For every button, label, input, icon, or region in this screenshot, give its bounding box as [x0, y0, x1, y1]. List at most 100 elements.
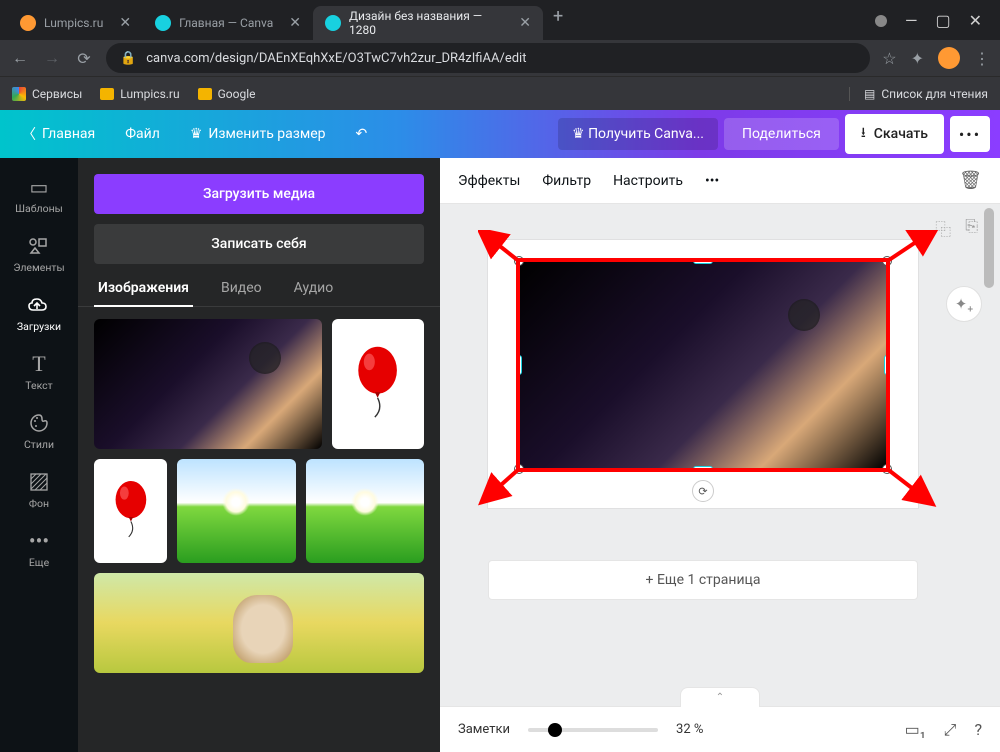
upload-thumb-balloon[interactable] [332, 319, 424, 449]
resize-button[interactable]: ♛Изменить размер [178, 118, 338, 150]
upload-thumb-grass-1[interactable] [177, 459, 295, 563]
address-bar: ← → ⟳ 🔒 canva.com/design/DAEnXEqhXxE/O3T… [0, 40, 1000, 76]
tab-audio[interactable]: Аудио [290, 280, 338, 306]
templates-icon: ▭ [30, 176, 49, 198]
more-icon: ••• [29, 530, 49, 552]
adjust-button[interactable]: Настроить [613, 173, 683, 189]
rail-styles[interactable]: Стили [0, 402, 78, 461]
browser-tab-2[interactable]: Дизайн без названия — 1280 ✕ [313, 6, 543, 40]
upload-thumb-balloon-2[interactable] [94, 459, 167, 563]
favicon [155, 15, 171, 31]
upload-media-button[interactable]: Загрузить медиа [94, 174, 424, 214]
notes-button[interactable]: Заметки [458, 722, 510, 737]
browser-tabs: Lumpics.ru ✕ Главная — Canva ✕ Дизайн бе… [0, 6, 857, 40]
reload-icon[interactable]: ⟳ [74, 49, 94, 68]
back-icon[interactable]: ← [10, 48, 30, 68]
toolbar-more-icon[interactable]: ••• [705, 173, 719, 189]
resize-handle-ne[interactable] [882, 256, 892, 266]
add-page-icon[interactable]: ⎘ [965, 216, 978, 240]
resize-handle-nw[interactable] [514, 256, 524, 266]
fullscreen-icon[interactable]: ⤢ [944, 720, 957, 740]
bookmark-apps[interactable]: Сервисы [12, 87, 82, 101]
close-window-icon[interactable]: ✕ [969, 11, 982, 30]
browser-tab-1[interactable]: Главная — Canva ✕ [143, 6, 313, 40]
effects-button[interactable]: Эффекты [458, 173, 520, 189]
upload-thumb-space[interactable] [94, 319, 322, 449]
rail-uploads[interactable]: Загрузки [0, 284, 78, 343]
rail-elements[interactable]: Элементы [0, 225, 78, 284]
tab-title: Lumpics.ru [44, 16, 103, 30]
canvas-stage[interactable]: ⿻ ⎘ ⟳ ✦₊ [440, 204, 1000, 706]
maximize-icon[interactable]: ▢ [935, 11, 950, 30]
rail-more[interactable]: •••Еще [0, 520, 78, 579]
star-icon[interactable]: ☆ [882, 49, 896, 68]
minimize-icon[interactable]: — [905, 11, 918, 30]
undo-button[interactable]: ↶ [344, 118, 380, 150]
forward-icon[interactable]: → [42, 48, 62, 68]
elements-icon [28, 235, 50, 257]
help-icon[interactable]: ? [974, 720, 982, 739]
reading-list[interactable]: ▤Список для чтения [849, 87, 988, 101]
favicon [20, 15, 36, 31]
close-icon[interactable]: ✕ [119, 15, 131, 31]
uploads-grid [78, 307, 440, 752]
resize-handle-n[interactable] [693, 258, 713, 264]
canvas-area: Эффекты Фильтр Настроить ••• 🗑 ⿻ ⎘ [440, 158, 1000, 752]
rotate-handle[interactable]: ⟳ [692, 480, 714, 502]
close-icon[interactable]: ✕ [289, 15, 301, 31]
vertical-scrollbar[interactable] [984, 204, 996, 706]
url-field[interactable]: 🔒 canva.com/design/DAEnXEqhXxE/O3TwC7vh2… [106, 43, 870, 73]
extensions-icon[interactable]: ✦ [911, 49, 924, 68]
grid-view-icon[interactable]: ▭₁ [905, 720, 926, 739]
window-controls: — ▢ ✕ [857, 11, 1000, 40]
text-icon: T [32, 353, 45, 375]
panel-tabs: Изображения Видео Аудио [78, 272, 440, 307]
main-area: ▭Шаблоны Элементы Загрузки TТекст Стили … [0, 158, 1000, 752]
profile-avatar[interactable] [938, 47, 960, 69]
bookmark-google[interactable]: Google [198, 87, 256, 101]
filter-button[interactable]: Фильтр [542, 173, 591, 189]
tab-images[interactable]: Изображения [94, 280, 193, 306]
download-icon: ⭳ [861, 122, 866, 146]
resize-handle-w[interactable] [516, 355, 522, 375]
record-yourself-button[interactable]: Записать себя [94, 224, 424, 264]
palette-icon [29, 412, 49, 434]
resize-handle-s[interactable] [693, 466, 713, 472]
resize-handle-se[interactable] [882, 464, 892, 474]
upload-thumb-grass-2[interactable] [306, 459, 424, 563]
menu-icon[interactable]: ⋮ [974, 49, 990, 68]
account-dot-icon[interactable] [875, 15, 887, 27]
cloud-icon [27, 294, 51, 316]
tab-title: Главная — Canva [179, 16, 273, 30]
trash-icon[interactable]: 🗑 [959, 170, 982, 191]
resize-handle-e[interactable] [884, 355, 890, 375]
download-button[interactable]: ⭳Скачать [845, 114, 944, 154]
selected-image[interactable]: ⟳ [518, 260, 888, 470]
bookmarks-bar: Сервисы Lumpics.ru Google ▤Список для чт… [0, 76, 1000, 110]
home-button[interactable]: 〈Главная [10, 116, 107, 152]
new-tab-button[interactable]: + [543, 6, 573, 40]
file-button[interactable]: Файл [113, 118, 172, 150]
bookmark-lumpics[interactable]: Lumpics.ru [100, 87, 179, 101]
upload-thumb-dog[interactable] [94, 573, 424, 673]
duplicate-page-icon[interactable]: ⿻ [935, 216, 951, 240]
share-button[interactable]: Поделиться [724, 118, 839, 150]
crown-icon: ♛ [190, 126, 203, 142]
zoom-knob[interactable] [548, 723, 562, 737]
rail-background[interactable]: Фон [0, 461, 78, 520]
magic-button[interactable]: ✦₊ [946, 286, 982, 322]
browser-tab-0[interactable]: Lumpics.ru ✕ [8, 6, 143, 40]
uploads-panel: Загрузить медиа Записать себя Изображени… [78, 158, 440, 752]
close-icon[interactable]: ✕ [519, 15, 531, 31]
tab-video[interactable]: Видео [217, 280, 266, 306]
rail-templates[interactable]: ▭Шаблоны [0, 166, 78, 225]
canva-header: 〈Главная Файл ♛Изменить размер ↶ ♛ Получ… [0, 110, 1000, 158]
page-pager-handle[interactable]: ⌃ [680, 687, 760, 707]
background-icon [29, 471, 49, 493]
rail-text[interactable]: TТекст [0, 343, 78, 402]
add-page-button[interactable]: + Еще 1 страница [488, 560, 918, 600]
zoom-slider[interactable] [528, 728, 658, 732]
resize-handle-sw[interactable] [514, 464, 524, 474]
more-button[interactable]: ••• [950, 116, 990, 152]
get-pro-button[interactable]: ♛ Получить Canva... [558, 118, 718, 150]
